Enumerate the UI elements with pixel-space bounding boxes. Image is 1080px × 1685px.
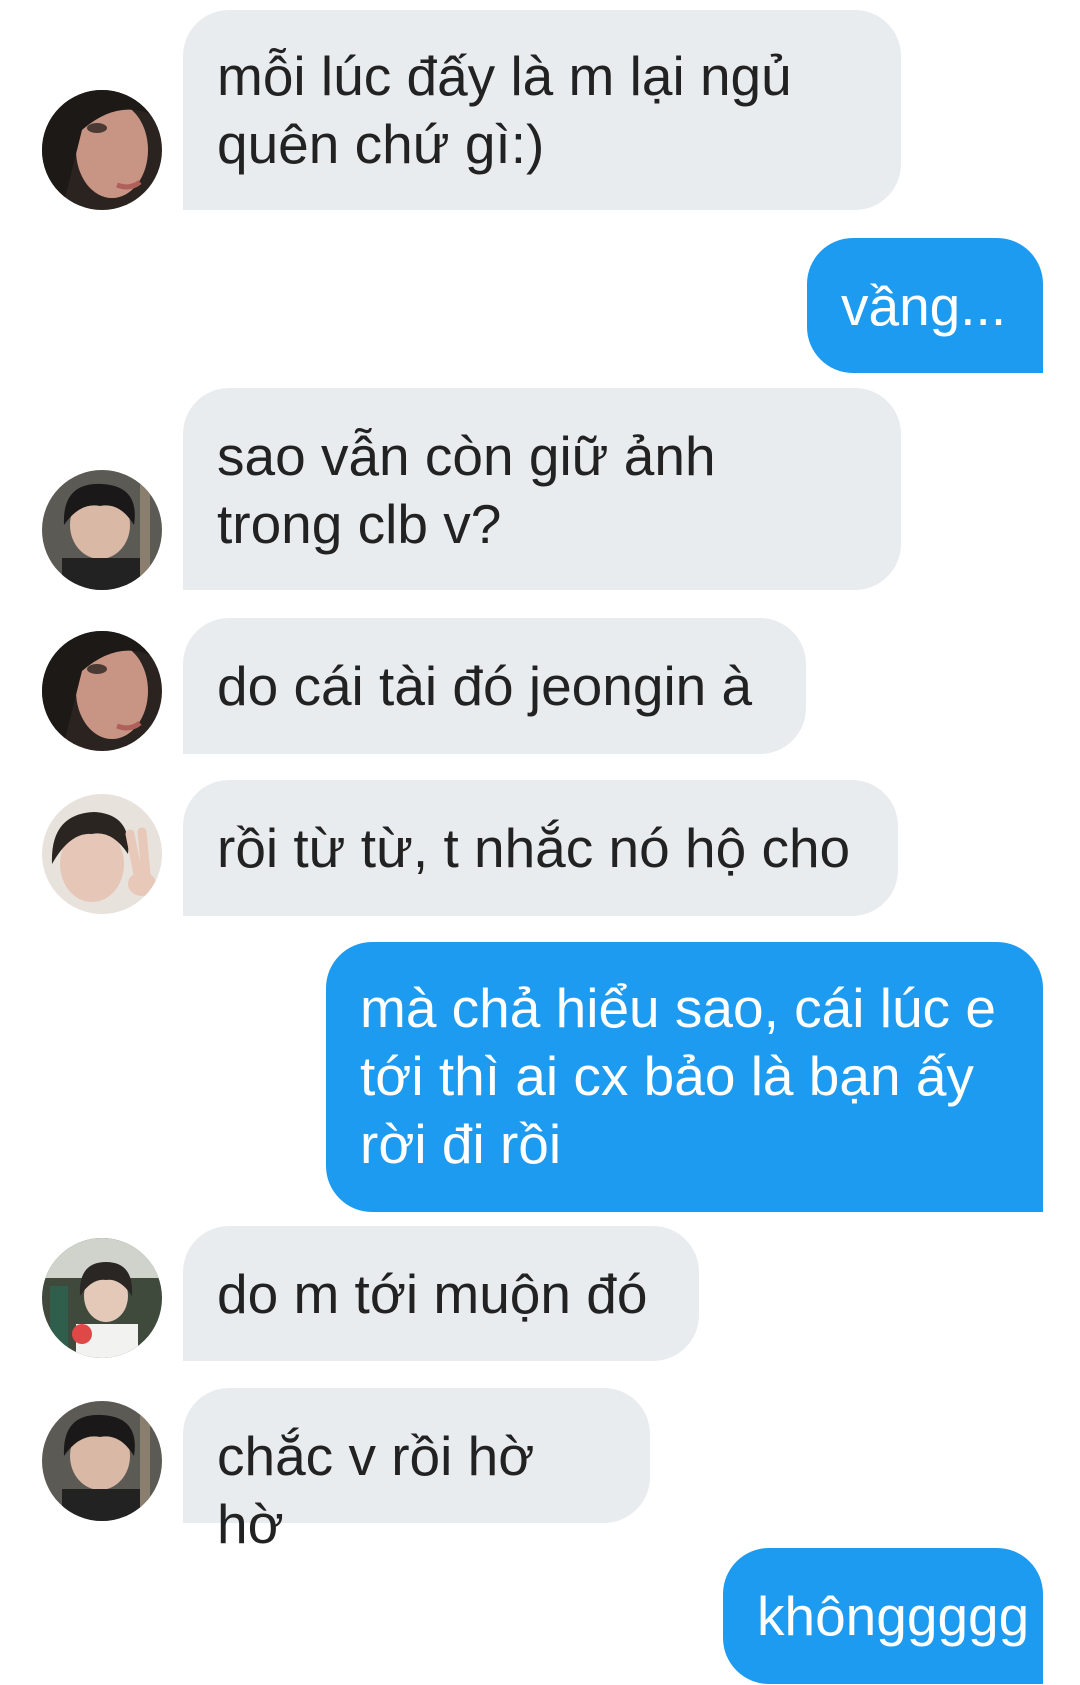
incoming-message-bubble: sao vẫn còn giữ ảnh trong clb v? [183, 388, 901, 590]
incoming-message-bubble: do m tới muộn đó [183, 1226, 699, 1361]
avatar-dark-hair-photo-icon[interactable] [42, 470, 162, 590]
incoming-message-bubble: mỗi lúc đấy là m lại ngủ quên chứ gì:) [183, 10, 901, 210]
avatar-hooded-face-icon[interactable] [42, 90, 162, 210]
incoming-message-bubble: do cái tài đó jeongin à [183, 618, 806, 754]
avatar-peace-sign-photo-icon[interactable] [42, 794, 162, 914]
incoming-message-bubble: rồi từ từ, t nhắc nó hộ cho [183, 780, 898, 916]
outgoing-message-bubble: vầng... [807, 238, 1043, 373]
avatar-hooded-face-icon[interactable] [42, 631, 162, 751]
outgoing-message-bubble: khônggggg [723, 1548, 1043, 1684]
avatar-train-photo-icon[interactable] [42, 1238, 162, 1358]
outgoing-message-bubble: mà chả hiểu sao, cái lúc e tới thì ai cx… [326, 942, 1043, 1212]
incoming-message-bubble: chắc v rồi hờ hờ [183, 1388, 650, 1555]
avatar-dark-hair-photo-icon[interactable] [42, 1401, 162, 1521]
